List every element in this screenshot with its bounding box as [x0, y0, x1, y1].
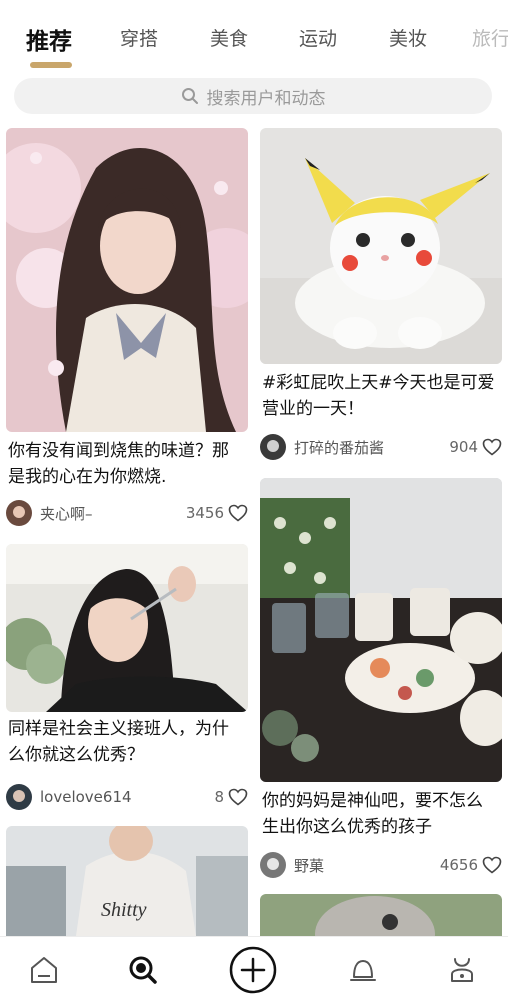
tab-recommend[interactable]: 推荐: [26, 22, 72, 56]
search-placeholder: 搜索用户和动态: [206, 88, 326, 109]
avatar[interactable]: [6, 500, 32, 526]
tab-travel[interactable]: 旅行: [472, 24, 508, 51]
like-count: 8: [214, 788, 224, 806]
nav-profile[interactable]: [432, 937, 492, 1001]
profile-icon: [451, 957, 473, 982]
like-count: 4656: [439, 856, 478, 874]
active-tab-indicator: [30, 62, 72, 68]
post-image[interactable]: [260, 894, 502, 936]
feed-card[interactable]: Shitty: [6, 826, 248, 936]
like-count: 904: [449, 438, 478, 456]
post-meta: 打碎的番茄酱 904: [260, 432, 502, 462]
post-image[interactable]: Shitty: [6, 826, 248, 936]
nav-discover[interactable]: [113, 937, 173, 1001]
heart-icon[interactable]: [482, 438, 502, 456]
author-name[interactable]: 夹心啊–: [40, 503, 186, 524]
post-image[interactable]: [6, 128, 248, 432]
author-name[interactable]: 打碎的番茄酱: [294, 437, 449, 458]
like-count: 3456: [185, 504, 224, 522]
category-tabs: 推荐 穿搭 美食 运动 美妆 旅行: [0, 0, 508, 72]
feed-card[interactable]: 同样是社会主义接班人，为什 么你就这么优秀？ lovelove614 8: [6, 544, 248, 820]
post-caption: 你的妈妈是神仙吧，要不怎么 生出你这么优秀的孩子: [262, 791, 483, 837]
feed-card[interactable]: [260, 894, 502, 936]
tab-outfit[interactable]: 穿搭: [120, 24, 158, 51]
svg-text:Shitty: Shitty: [101, 899, 147, 921]
post-image[interactable]: [6, 544, 248, 712]
post-meta: 夹心啊– 3456: [6, 498, 248, 528]
author-name[interactable]: lovelove614: [40, 788, 214, 806]
add-icon: [229, 946, 277, 993]
discover-icon: [129, 956, 157, 984]
post-image[interactable]: [260, 478, 502, 782]
notification-icon: [350, 959, 376, 981]
feed-card[interactable]: 你的妈妈是神仙吧，要不怎么 生出你这么优秀的孩子 野菓 4656: [260, 478, 502, 886]
heart-icon[interactable]: [228, 504, 248, 522]
post-meta: lovelove614 8: [6, 782, 248, 812]
feed-card[interactable]: 你有没有闻到烧焦的味道？那 是我的心在为你燃烧. 夹心啊– 3456: [6, 128, 248, 538]
nav-home[interactable]: [14, 937, 74, 1001]
home-icon: [31, 956, 57, 983]
nav-notifications[interactable]: [333, 937, 393, 1001]
avatar[interactable]: [6, 784, 32, 810]
post-caption: #彩虹屁吹上天#今天也是可爱 营业的一天！: [262, 373, 495, 419]
feed-card[interactable]: #彩虹屁吹上天#今天也是可爱 营业的一天！ 打碎的番茄酱 904: [260, 128, 502, 468]
post-caption: 你有没有闻到烧焦的味道？那 是我的心在为你燃烧.: [8, 441, 229, 487]
post-caption: 同样是社会主义接班人，为什 么你就这么优秀？: [8, 719, 229, 765]
heart-icon[interactable]: [482, 856, 502, 874]
tab-sports[interactable]: 运动: [299, 24, 337, 51]
avatar[interactable]: [260, 852, 286, 878]
avatar[interactable]: [260, 434, 286, 460]
post-image[interactable]: [260, 128, 502, 364]
author-name[interactable]: 野菓: [294, 855, 440, 876]
tab-food[interactable]: 美食: [210, 24, 248, 51]
heart-icon[interactable]: [228, 788, 248, 806]
tab-makeup[interactable]: 美妆: [389, 24, 427, 51]
search-icon: [181, 88, 198, 104]
nav-add[interactable]: [223, 937, 283, 1001]
post-meta: 野菓 4656: [260, 850, 502, 880]
bottom-navigation: [0, 936, 508, 1001]
search-bar[interactable]: 搜索用户和动态: [14, 78, 492, 114]
